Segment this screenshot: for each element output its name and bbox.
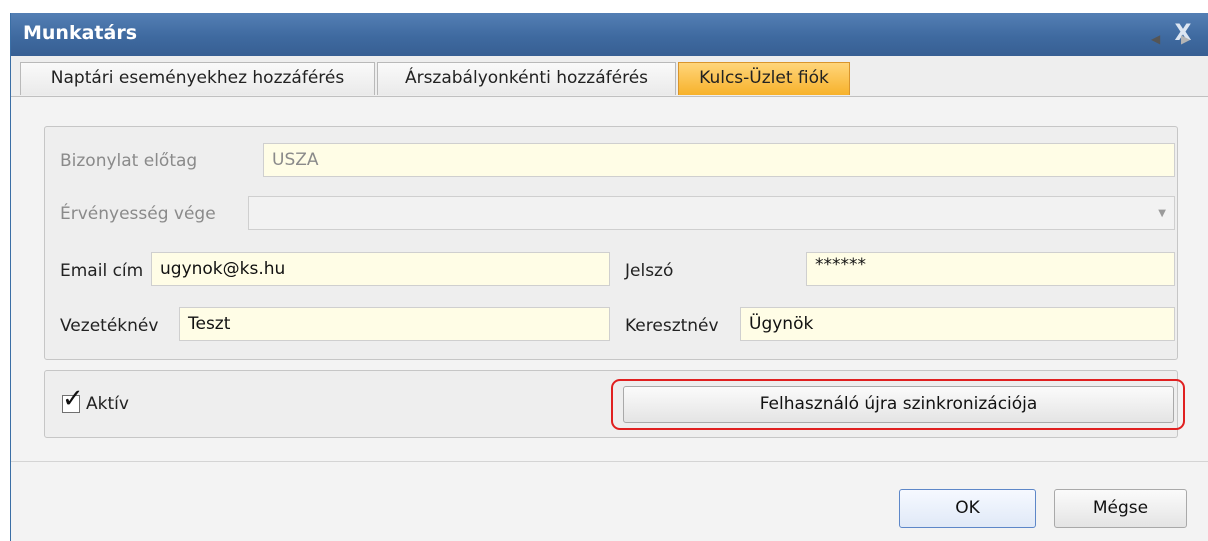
lastname-field[interactable]: Teszt [179, 307, 610, 341]
triangle-left-icon[interactable]: ◀ [1151, 32, 1160, 46]
active-label[interactable]: Aktív [86, 394, 129, 414]
validity-dropdown[interactable]: ▼ [248, 196, 1175, 230]
active-checkbox[interactable]: ✓ [62, 386, 84, 413]
prefix-field[interactable]: USZA [263, 143, 1175, 177]
tab-label: Naptári eseményekhez hozzáférés [50, 68, 345, 88]
chevron-down-icon[interactable]: ▼ [1158, 208, 1166, 219]
password-label: Jelszó [625, 261, 674, 281]
tab-kulcs-uzlet-account[interactable]: Kulcs-Üzlet fiók [678, 62, 850, 95]
dialog-window: Munkatárs X Naptári eseményekhez hozzáfé… [10, 13, 1208, 541]
prefix-label: Bizonylat előtag [60, 151, 198, 171]
window-title: Munkatárs [23, 22, 137, 44]
cancel-button-label: Mégse [1092, 498, 1149, 518]
firstname-field[interactable]: Ügynök [740, 307, 1175, 341]
tab-price-rule-access[interactable]: Árszabályonkénti hozzáférés [377, 62, 676, 95]
tab-calendar-access[interactable]: Naptári eseményekhez hozzáférés [20, 62, 375, 95]
email-field[interactable]: ugynok@ks.hu [151, 252, 610, 286]
triangle-right-icon[interactable]: ▶ [1181, 32, 1190, 46]
resync-button-label: Felhasználó újra szinkronizációja [759, 394, 1038, 414]
lastname-label: Vezetéknév [60, 316, 159, 336]
resync-user-button[interactable]: Felhasználó újra szinkronizációja [623, 386, 1174, 423]
password-field[interactable]: ****** [806, 252, 1175, 286]
email-label: Email cím [60, 261, 144, 281]
title-bar[interactable]: Munkatárs X [11, 13, 1208, 56]
tab-strip: Naptári eseményekhez hozzáférés Árszabál… [11, 56, 1208, 97]
footer-separator [11, 461, 1208, 462]
tab-label: Árszabályonkénti hozzáférés [404, 68, 649, 88]
ok-button-label: OK [955, 498, 980, 518]
tab-label: Kulcs-Üzlet fiók [699, 68, 829, 88]
cancel-button[interactable]: Mégse [1054, 489, 1187, 528]
firstname-label: Keresztnév [625, 316, 719, 336]
ok-button[interactable]: OK [899, 489, 1036, 528]
validity-label: Érvényesség vége [60, 204, 216, 224]
checkmark-icon: ✓ [62, 384, 84, 414]
